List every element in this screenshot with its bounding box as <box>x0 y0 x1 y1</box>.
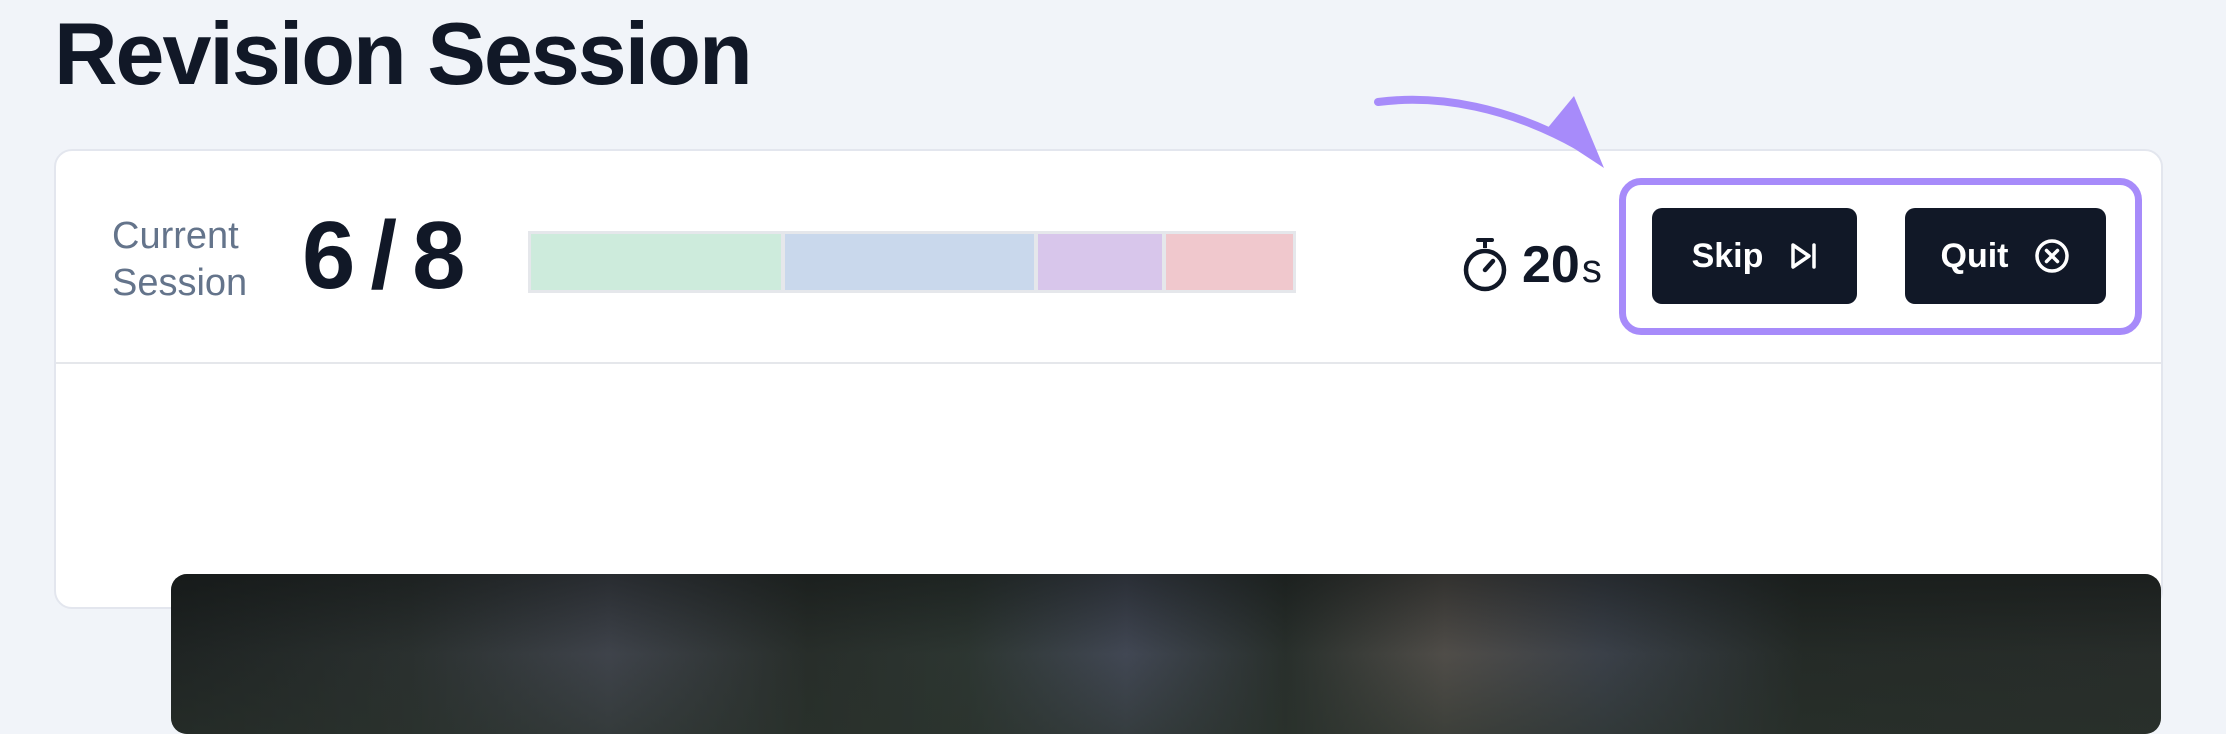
annotation-arrow-icon <box>1374 95 1604 168</box>
progress-segment <box>1038 234 1166 290</box>
stopwatch-icon <box>1463 238 1507 292</box>
page-title: Revision Session <box>54 4 753 103</box>
session-total: 8 <box>412 202 467 309</box>
session-current: 6 <box>302 202 357 309</box>
quit-button-label: Quit <box>1940 236 2009 275</box>
timer: 20 s <box>1460 233 1602 297</box>
session-separator: / <box>370 202 399 309</box>
progress-segment <box>784 234 1039 290</box>
timer-unit: s <box>1581 246 1602 291</box>
progress-segment <box>1165 234 1293 290</box>
session-label: Current Session <box>112 215 248 304</box>
quit-button[interactable]: Quit <box>1905 208 2106 304</box>
skip-forward-icon <box>1791 243 1817 269</box>
timer-value: 20 <box>1522 236 1580 294</box>
session-count: 6/8 <box>302 201 466 311</box>
close-circle-icon <box>2035 239 2070 273</box>
progress-segment <box>531 234 785 290</box>
session-progress-bar <box>528 231 1296 293</box>
skip-button[interactable]: Skip <box>1652 208 1857 304</box>
skip-button-label: Skip <box>1691 236 1764 275</box>
media-preview <box>171 574 2161 734</box>
